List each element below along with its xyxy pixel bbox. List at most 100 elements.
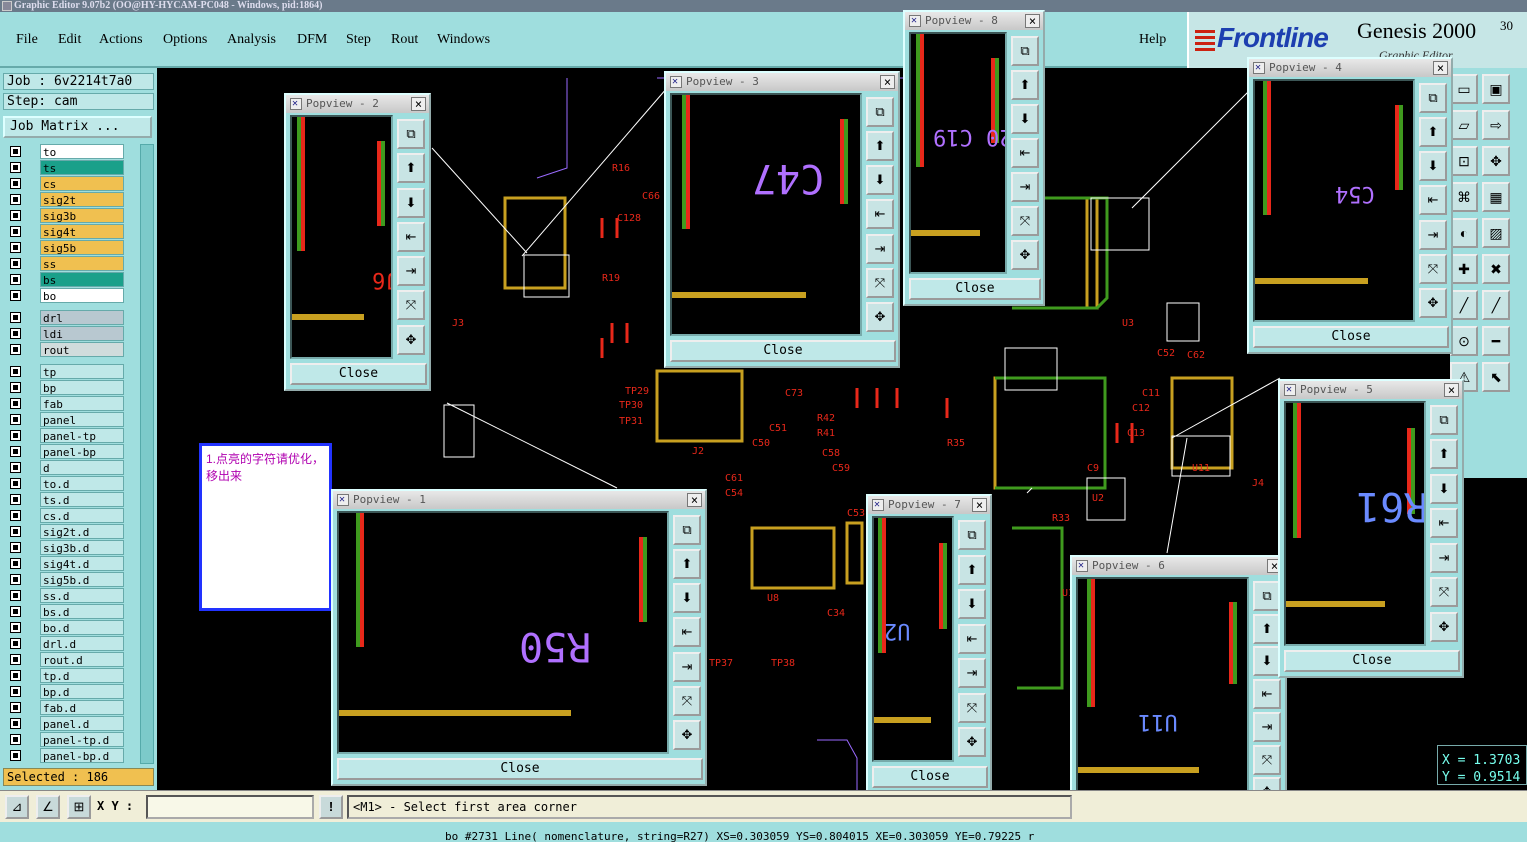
layer-name[interactable]: sig3b.d (40, 540, 124, 555)
layer-checkbox[interactable] (10, 638, 21, 649)
alert-icon[interactable]: ! (319, 795, 343, 819)
center-icon[interactable]: ✥ (1011, 240, 1039, 270)
popview-viewport[interactable]: U11 (1076, 577, 1249, 810)
zoom-in-icon[interactable]: ⤧ (397, 290, 425, 321)
layer-checkbox[interactable] (10, 194, 21, 205)
zoom-fit-icon[interactable]: ⧉ (1253, 581, 1281, 611)
layer-name[interactable]: ts (40, 160, 124, 175)
layer-name[interactable]: cs (40, 176, 124, 191)
layer-row[interactable]: ts.d (3, 492, 138, 507)
close-icon[interactable]: × (1444, 383, 1459, 397)
bar-icon[interactable]: ━ (1482, 326, 1510, 356)
layer-checkbox[interactable] (10, 734, 21, 745)
layer-checkbox[interactable] (10, 226, 21, 237)
pan-up-icon[interactable]: ⬆ (1253, 613, 1281, 644)
slash-icon[interactable]: ╱ (1482, 290, 1510, 320)
layer-checkbox[interactable] (10, 290, 21, 301)
center-icon[interactable]: ✥ (673, 719, 701, 750)
popview-viewport[interactable]: R50 (337, 511, 669, 754)
layer-name[interactable]: d (40, 460, 124, 475)
pan-right-icon[interactable]: ⇥ (958, 658, 986, 689)
delete-icon[interactable]: ✖ (1482, 254, 1510, 284)
close-icon[interactable]: × (1025, 14, 1040, 28)
layer-checkbox[interactable] (10, 398, 21, 409)
pan-left-icon[interactable]: ⇤ (958, 623, 986, 654)
layer-checkbox[interactable] (10, 670, 21, 681)
popview-close-button[interactable]: Close (290, 363, 427, 385)
menu-dfm[interactable]: DFM (297, 32, 327, 48)
layer-checkbox[interactable] (10, 146, 21, 157)
layer-row[interactable]: panel-bp.d (3, 748, 138, 763)
popview-window[interactable]: Popview - 2 × J6 ⧉ ⬆⬇⇤ ⇥⤧✥ Close (284, 93, 431, 391)
pan-left-icon[interactable]: ⇤ (1430, 508, 1458, 539)
pan-right-icon[interactable]: ⇥ (1430, 542, 1458, 573)
pan-up-icon[interactable]: ⬆ (866, 131, 894, 162)
menu-actions[interactable]: Actions (99, 32, 143, 48)
zoom-fit-icon[interactable]: ⧉ (958, 520, 986, 550)
close-icon[interactable]: × (411, 97, 426, 111)
xy-input[interactable] (146, 795, 314, 819)
layer-name[interactable]: panel-bp.d (40, 748, 124, 763)
layer-row[interactable]: panel-tp.d (3, 732, 138, 747)
popview-viewport[interactable]: C54 (1253, 79, 1415, 322)
layer-checkbox[interactable] (10, 414, 21, 425)
add-icon[interactable]: ✚ (1450, 254, 1478, 284)
menu-options[interactable]: Options (163, 32, 207, 48)
layer-name[interactable]: panel-tp (40, 428, 124, 443)
layer-name[interactable]: fab.d (40, 700, 124, 715)
popview-window[interactable]: Popview - 1 × R50 ⧉ ⬆⬇⇤⇥⤧✥ Close (331, 489, 707, 786)
zoom-fit-icon[interactable]: ⧉ (1011, 36, 1039, 66)
grid-icon[interactable]: ▦ (1482, 182, 1510, 212)
layer-checkbox[interactable] (10, 654, 21, 665)
layer-name[interactable]: sig4t (40, 224, 124, 239)
layer-checkbox[interactable] (10, 622, 21, 633)
layer-row[interactable]: fab (3, 396, 138, 411)
layer-row[interactable]: d (3, 460, 138, 475)
popview-close-button[interactable]: Close (1253, 326, 1449, 348)
popview-title-bar[interactable]: Popview - 6× (1072, 557, 1285, 575)
popview-window[interactable]: Popview - 8 × C20 C19 ⧉ ⬆ ⬇ ⇤ ⇥ ⤧ ✥ Close (903, 10, 1045, 306)
zoom-in-icon[interactable]: ⤧ (958, 692, 986, 723)
layer-checkbox[interactable] (10, 558, 21, 569)
measure-icon[interactable]: ∠ (36, 795, 60, 819)
layer-name[interactable]: bs (40, 272, 124, 287)
layer-checkbox[interactable] (10, 526, 21, 537)
popview-title-bar[interactable]: Popview - 3 × (666, 73, 898, 91)
center-icon[interactable]: ✥ (1419, 287, 1447, 318)
layer-checkbox[interactable] (10, 606, 21, 617)
popview-window[interactable]: Popview - 7 × U2 ⧉ ⬆ ⬇⇤ ⇥⤧ ✥ Close (866, 494, 992, 794)
pan-right-icon[interactable]: ⇥ (1419, 219, 1447, 250)
shape-icon[interactable]: ▱ (1450, 110, 1478, 140)
zoom-in-icon[interactable]: ⤧ (1253, 744, 1281, 775)
menu-windows[interactable]: Windows (437, 32, 490, 48)
layer-row[interactable]: sig5b.d (3, 572, 138, 587)
layer-row[interactable]: drl.d (3, 636, 138, 651)
layer-checkbox[interactable] (10, 478, 21, 489)
layer-name[interactable]: ldi (40, 326, 124, 341)
layer-row[interactable]: sig5b (3, 240, 138, 255)
pan-left-icon[interactable]: ⇤ (397, 221, 425, 252)
box-icon[interactable]: ⊡ (1450, 146, 1478, 176)
pan-left-icon[interactable]: ⇤ (673, 617, 701, 648)
layer-name[interactable]: drl.d (40, 636, 124, 651)
zoom-fit-icon[interactable]: ⧉ (673, 515, 701, 545)
popview-close-button[interactable]: Close (1284, 650, 1460, 672)
pan-up-icon[interactable]: ⬆ (397, 153, 425, 184)
layer-row[interactable]: drl (3, 310, 138, 325)
layer-row[interactable]: cs.d (3, 508, 138, 523)
layer-row[interactable]: panel.d (3, 716, 138, 731)
layer-name[interactable]: bp.d (40, 684, 124, 699)
move-icon[interactable]: ✥ (1482, 146, 1510, 176)
popview-close-button[interactable]: Close (670, 340, 896, 362)
layer-name[interactable]: ts.d (40, 492, 124, 507)
pan-right-icon[interactable]: ⇥ (1253, 711, 1281, 742)
layer-name[interactable]: ss.d (40, 588, 124, 603)
close-icon[interactable]: × (880, 75, 895, 89)
popview-title-bar[interactable]: Popview - 5 × (1280, 381, 1462, 399)
layer-name[interactable]: to.d (40, 476, 124, 491)
layer-name[interactable]: panel (40, 412, 124, 427)
layer-row[interactable]: bp.d (3, 684, 138, 699)
layer-checkbox[interactable] (10, 178, 21, 189)
pan-right-icon[interactable]: ⇥ (866, 233, 894, 264)
pan-up-icon[interactable]: ⬆ (958, 554, 986, 585)
